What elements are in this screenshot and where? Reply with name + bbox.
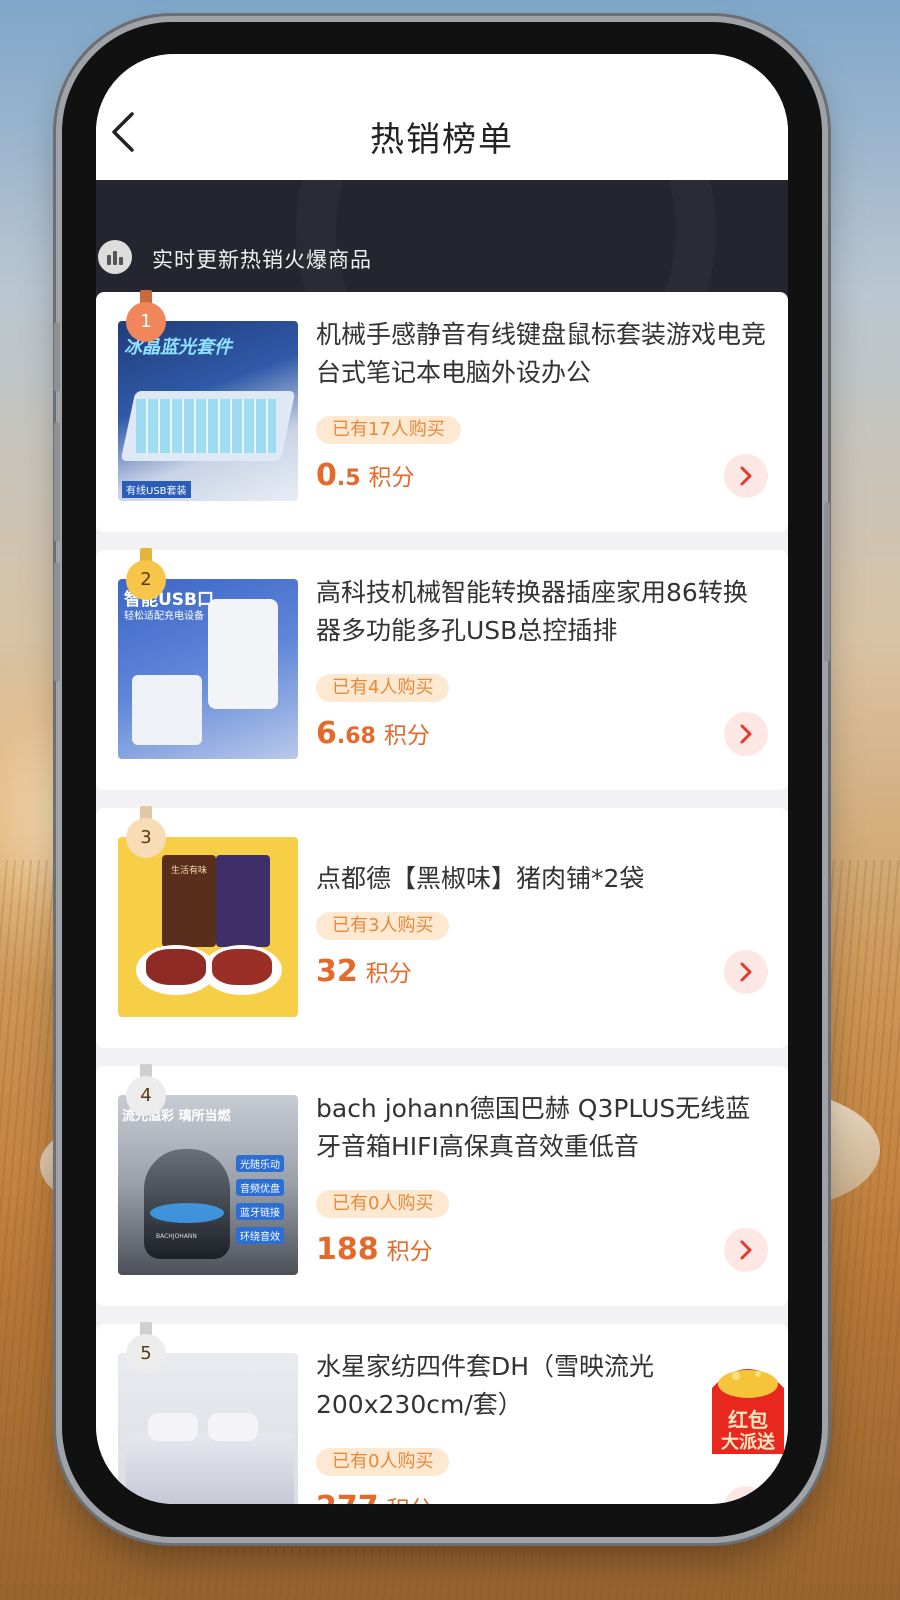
rank-badge: 3 xyxy=(126,818,166,858)
rank-badge: 2 xyxy=(126,560,166,600)
nav-bar: 热销榜单 xyxy=(96,54,788,180)
chevron-right-icon xyxy=(740,1498,749,1504)
product-image: 智能USB口 轻松适配充电设备 xyxy=(118,579,298,759)
sold-badge: 已有0人购买 xyxy=(316,1190,450,1218)
go-button[interactable] xyxy=(724,712,768,756)
product-image: 流光溢彩 璃所当燃 BACHJOHANN 光随乐动 音频优盘 蓝牙链接 环绕音效 xyxy=(118,1095,298,1275)
go-button[interactable] xyxy=(724,1228,768,1272)
product-card[interactable]: 5 水星家纺四件套DH（雪映流光200x230cm/套） 已有0人购买 277积… xyxy=(96,1322,788,1504)
product-card[interactable]: 冰晶蓝光套件 有线USB套装 1 机械手感静音有线键盘鼠标套装游戏电竞台式笔记本… xyxy=(96,290,788,532)
product-name: 水星家纺四件套DH（雪映流光200x230cm/套） xyxy=(316,1352,655,1419)
product-name: bach johann德国巴赫 Q3PLUS无线蓝牙音箱HIFI高保真音效重低音 xyxy=(316,1094,751,1161)
chevron-right-icon xyxy=(740,466,752,486)
sold-badge: 已有3人购买 xyxy=(316,912,450,940)
chevron-right-icon xyxy=(740,724,752,744)
product-name: 高科技机械智能转换器插座家用86转换器多功能多孔USB总控插排 xyxy=(316,578,748,645)
rank-badge: 1 xyxy=(126,302,166,342)
product-image: 冰晶蓝光套件 有线USB套装 xyxy=(118,321,298,501)
product-name: 机械手感静音有线键盘鼠标套装游戏电竞台式笔记本电脑外设办公 xyxy=(316,320,767,387)
go-button[interactable] xyxy=(724,950,768,994)
phone-frame: 热销榜单 实时更新热销火爆商品 冰晶蓝光套件 有线USB套装 1 机械手感静音有… xyxy=(54,22,830,1537)
app-screen: 热销榜单 实时更新热销火爆商品 冰晶蓝光套件 有线USB套装 1 机械手感静音有… xyxy=(96,54,788,1504)
banner-text: 实时更新热销火爆商品 xyxy=(152,248,372,272)
product-price: 277积分 xyxy=(316,1490,433,1504)
hot-banner: 实时更新热销火爆商品 xyxy=(96,180,788,300)
product-image: 生活有味 xyxy=(118,837,298,1017)
product-price: 32 积分 xyxy=(316,954,412,989)
go-button[interactable] xyxy=(724,454,768,498)
product-price: 6.68 积分 xyxy=(316,716,430,751)
rank-badge: 5 xyxy=(126,1334,166,1374)
product-image xyxy=(118,1353,298,1504)
rank-badge: 4 xyxy=(126,1076,166,1116)
product-name: 点都德【黑椒味】猪肉铺*2袋 xyxy=(316,864,645,893)
product-card[interactable]: 生活有味 3 点都德【黑椒味】猪肉铺*2袋 已有3人购买 32 积分 xyxy=(96,806,788,1048)
red-packet-button[interactable]: 红包 大派送 xyxy=(706,1354,788,1458)
product-price: 188 积分 xyxy=(316,1232,433,1267)
sold-badge: 已有0人购买 xyxy=(316,1448,450,1476)
product-price: 0.5 积分 xyxy=(316,458,415,493)
go-button[interactable] xyxy=(724,1486,768,1504)
page-title: 热销榜单 xyxy=(370,120,514,160)
chevron-right-icon xyxy=(740,962,752,982)
chevron-right-icon xyxy=(740,1240,752,1260)
sold-badge: 已有4人购买 xyxy=(316,674,450,702)
bar-chart-icon xyxy=(98,240,132,274)
product-card[interactable]: 流光溢彩 璃所当燃 BACHJOHANN 光随乐动 音频优盘 蓝牙链接 环绕音效… xyxy=(96,1064,788,1306)
sold-badge: 已有17人购买 xyxy=(316,416,461,444)
product-card[interactable]: 智能USB口 轻松适配充电设备 2 高科技机械智能转换器插座家用86转换器多功能… xyxy=(96,548,788,790)
